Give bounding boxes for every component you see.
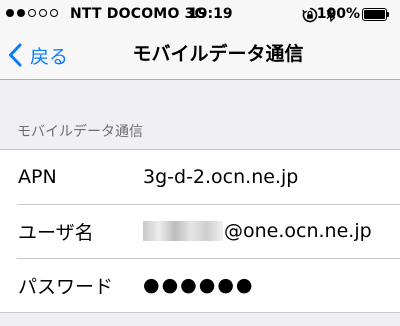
signal-dot	[28, 9, 36, 17]
clock: 19:19	[188, 6, 233, 22]
chevron-left-icon	[9, 43, 22, 67]
back-button[interactable]: 戻る	[8, 38, 68, 72]
redacted-block	[143, 221, 223, 241]
apn-row[interactable]: APN 3g-d-2.ocn.ne.jp	[0, 150, 400, 204]
password-field[interactable]: ●●●●●●	[143, 274, 254, 296]
password-label: パスワード	[18, 275, 114, 298]
signal-dot	[17, 9, 25, 17]
section-header: モバイルデータ通信	[17, 124, 143, 140]
username-label: ユーザ名	[18, 221, 94, 244]
carrier-label: NTT DOCOMO 3G	[70, 6, 207, 22]
apn-label: APN	[18, 166, 57, 188]
battery-icon	[362, 8, 390, 21]
username-field[interactable]: @one.ocn.ne.jp	[143, 220, 372, 242]
signal-dot	[6, 9, 14, 17]
signal-dot	[39, 9, 47, 17]
username-row[interactable]: ユーザ名 @one.ocn.ne.jp	[0, 204, 400, 258]
signal-strength-icon	[6, 9, 58, 17]
navigation-bar: モバイルデータ通信 戻る	[0, 30, 400, 80]
status-bar: NTT DOCOMO 3G 19:19 100%	[0, 0, 400, 30]
apn-value[interactable]: 3g-d-2.ocn.ne.jp	[143, 166, 298, 188]
signal-dot	[50, 9, 58, 17]
password-row[interactable]: パスワード ●●●●●●	[0, 258, 400, 312]
settings-table: APN 3g-d-2.ocn.ne.jp ユーザ名 @one.ocn.ne.jp…	[0, 149, 400, 313]
username-domain: @one.ocn.ne.jp	[224, 220, 372, 242]
battery-percentage: 100%	[316, 6, 360, 22]
back-label: 戻る	[30, 45, 69, 68]
